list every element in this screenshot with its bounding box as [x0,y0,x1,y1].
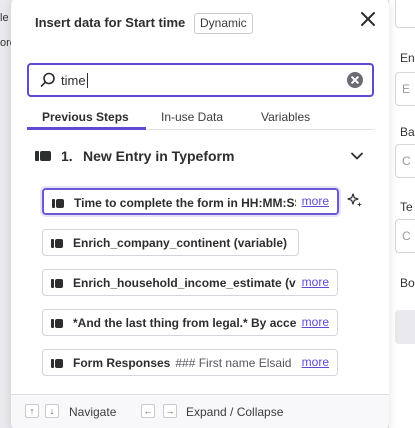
data-item-label: Form Responses ### First name Elsaid [73,356,291,370]
more-link[interactable]: more [295,310,337,335]
data-item-enrich-company-continent[interactable]: Enrich_company_continent (variable) [42,229,299,256]
tab-bar: Previous Steps In-use Data Variables [27,106,374,130]
background-field-label: En [400,51,415,65]
keyboard-hints-footer: ↑ ↓ Navigate ← → Expand / Collapse [11,394,389,428]
clear-search-icon[interactable] [347,72,363,88]
arrow-left-key-icon: ← [141,404,155,418]
arrow-up-key-icon: ↑ [25,404,39,418]
background-field-placeholder: C [402,154,411,168]
typeform-icon [51,277,63,289]
typeform-icon [51,237,63,249]
step-label: New Entry in Typeform [83,148,235,164]
expand-collapse-hint: Expand / Collapse [186,405,284,419]
panel-header: Insert data for Start time Dynamic [11,0,389,52]
data-item-label: Time to complete the form in HH:MM:SS [74,196,303,210]
search-input[interactable] [61,69,331,91]
data-item-legal-acceptance[interactable]: *And the last thing from legal.* By acce… [42,309,338,336]
typeform-icon [35,149,51,163]
background-editor-right: En E Ba C Te C Bo [388,0,415,428]
data-item-form-responses[interactable]: Form Responses ### First name Elsaid more [42,349,338,376]
arrow-down-key-icon: ↓ [45,404,59,418]
active-tab-indicator [27,127,146,130]
step-group-header[interactable]: 1. New Entry in Typeform [27,142,374,170]
background-field-label: Ba [400,125,415,139]
data-item-label: *And the last thing from legal.* By acce… [73,316,326,330]
tab-variables[interactable]: Variables [261,110,310,124]
background-field[interactable]: C [395,144,415,178]
navigate-hint: Navigate [69,405,117,419]
background-field-placeholder: C [402,229,411,243]
background-field-placeholder: E [402,82,411,96]
data-item-time-to-complete[interactable]: Time to complete the form in HH:MM:SS mo… [42,188,339,215]
more-link[interactable]: more [295,270,337,295]
tab-previous-steps[interactable]: Previous Steps [42,110,129,124]
background-field-label: Te [400,200,413,214]
dynamic-badge: Dynamic [194,13,253,34]
data-item-enrich-household-income[interactable]: Enrich_household_income_estimate (variab… [42,269,338,296]
more-link[interactable]: more [295,350,337,375]
background-field[interactable]: E [395,72,415,106]
typeform-icon [51,317,63,329]
data-item-label: Enrich_company_continent (variable) [73,236,288,250]
tab-in-use-data[interactable]: In-use Data [161,110,223,124]
data-item-preview: ### First name Elsaid [175,356,292,370]
background-text-fragment: le [0,12,9,24]
insert-data-panel: Insert data for Start time Dynamic Previ… [11,0,389,428]
chevron-down-icon[interactable] [350,149,364,163]
search-icon [40,72,55,87]
background-button[interactable] [395,310,415,344]
text-cursor [87,73,88,88]
sparkle-icon[interactable] [347,192,363,208]
typeform-icon [52,197,64,209]
search-field[interactable] [27,63,374,97]
typeform-icon [51,357,63,369]
data-item-name: Form Responses [73,356,171,370]
more-link[interactable]: more [295,190,337,213]
step-number: 1. [61,148,73,164]
background-field[interactable]: C [395,219,415,253]
close-icon[interactable] [357,8,379,30]
background-field-label: Bo [400,276,415,290]
background-field[interactable] [395,0,415,28]
arrow-right-key-icon: → [163,404,177,418]
panel-title: Insert data for Start time [35,15,186,30]
